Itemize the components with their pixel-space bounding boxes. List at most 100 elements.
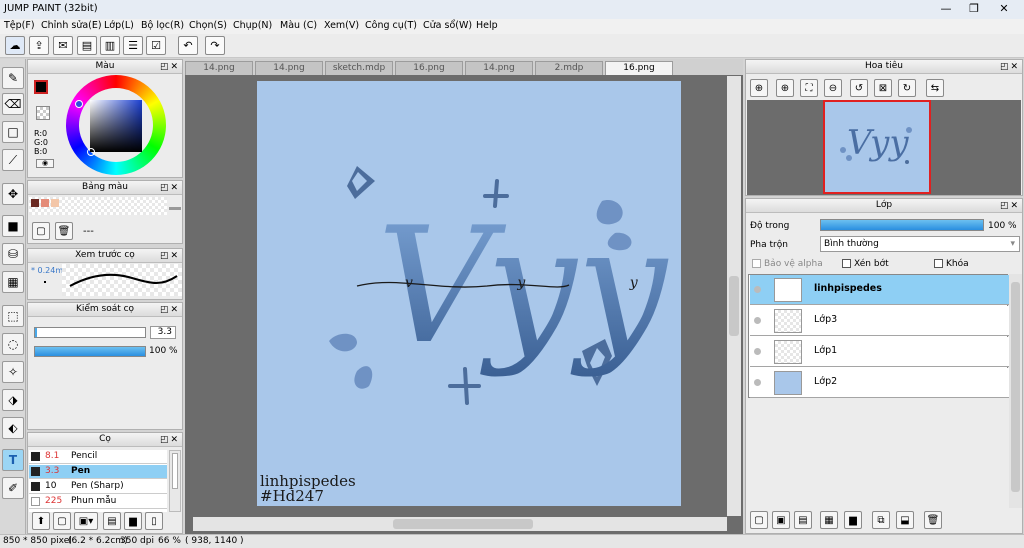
menu-help[interactable]: Help xyxy=(476,20,498,31)
brush-size-value[interactable]: 3.3 xyxy=(150,326,176,339)
rectangle-tool-icon[interactable]: □ xyxy=(2,121,24,143)
tab-document[interactable]: 14.png xyxy=(185,61,253,75)
brush-item[interactable]: 10 Pen (Sharp) xyxy=(29,480,167,494)
new-brush-icon[interactable]: ▢ xyxy=(53,512,71,530)
menu-view[interactable]: Xem(V) xyxy=(324,20,359,31)
flip-icon[interactable]: ⇆ xyxy=(926,79,944,97)
fit-icon[interactable]: ⛶ xyxy=(800,79,818,97)
palette-swatch[interactable] xyxy=(31,199,39,207)
menu-color[interactable]: Màu (C) xyxy=(280,20,317,31)
layer-row[interactable]: Lớp3 xyxy=(750,306,1009,336)
canvas-vertical-scrollbar[interactable] xyxy=(727,76,741,516)
new-layer-icon[interactable]: ▢ xyxy=(750,511,768,529)
new-page-icon[interactable]: ▢ xyxy=(32,222,50,240)
eye-toggle-icon[interactable]: ◉ xyxy=(36,159,54,168)
list-icon[interactable]: ☰ xyxy=(123,36,143,55)
brush-list-scrollbar[interactable] xyxy=(169,450,181,512)
undo-icon[interactable]: ↶ xyxy=(178,36,198,55)
move-tool-icon[interactable]: ✥ xyxy=(2,183,24,205)
merge-layer-icon[interactable]: ⬓ xyxy=(896,511,914,529)
line-tool-icon[interactable]: ⟋ xyxy=(2,149,24,171)
menu-tools[interactable]: Công cụ(T) xyxy=(365,20,417,31)
layer-copy-icon[interactable]: ▤ xyxy=(794,511,812,529)
brush-tool-icon[interactable]: ✎ xyxy=(2,67,24,89)
brush-size-slider[interactable] xyxy=(34,327,146,338)
saturation-value-square[interactable] xyxy=(90,100,142,152)
menu-snap[interactable]: Chụp(N) xyxy=(233,20,272,31)
brush-copy-icon[interactable]: ▯ xyxy=(145,512,163,530)
reset-rotation-icon[interactable]: ⊠ xyxy=(874,79,892,97)
zoom-out-icon[interactable]: ⊖ xyxy=(824,79,842,97)
menu-filter[interactable]: Bộ lọc(R) xyxy=(141,20,184,31)
fill-rect-tool-icon[interactable]: ■ xyxy=(2,215,24,237)
tab-document[interactable]: sketch.mdp xyxy=(325,61,393,75)
layer-row[interactable]: Lớp2 xyxy=(750,368,1009,398)
brush-opacity-slider[interactable] xyxy=(34,346,146,357)
folder-icon[interactable]: ▆ xyxy=(124,512,142,530)
menu-window[interactable]: Cửa sổ(W) xyxy=(423,20,472,31)
eraser-tool-icon[interactable]: ⌫ xyxy=(2,93,24,115)
rect-select-icon[interactable]: ⬚ xyxy=(2,305,24,327)
brush-menu-icon[interactable]: ▣▾ xyxy=(74,512,98,530)
comment-icon[interactable]: ✉ xyxy=(53,36,73,55)
rotate-right-icon[interactable]: ↻ xyxy=(898,79,916,97)
brush-settings-icon[interactable]: ▤ xyxy=(103,512,121,530)
checklist-icon[interactable]: ☑ xyxy=(146,36,166,55)
brush-item-selected[interactable]: 3.3 Pen xyxy=(29,465,167,479)
palette-swatch[interactable] xyxy=(41,199,49,207)
bucket-tool-icon[interactable]: ⛁ xyxy=(2,243,24,265)
lasso-select-icon[interactable]: ◌ xyxy=(2,333,24,355)
zoom-in-2-icon[interactable]: ⊕ xyxy=(776,79,794,97)
clipping-checkbox[interactable]: Xén bớt xyxy=(842,259,889,269)
magic-wand-icon[interactable]: ✧ xyxy=(2,361,24,383)
minimize-button[interactable]: — xyxy=(932,0,960,18)
page-icon[interactable]: ▥ xyxy=(100,36,120,55)
new-layer-2-icon[interactable]: ▣ xyxy=(772,511,790,529)
layer-list-scrollbar[interactable] xyxy=(1009,274,1022,508)
hue-marker[interactable] xyxy=(75,100,83,108)
delete-layer-icon[interactable]: 🗑 xyxy=(924,511,942,529)
halftone-layer-icon[interactable]: ▦ xyxy=(820,511,838,529)
tab-document[interactable]: 14.png xyxy=(465,61,533,75)
blend-mode-select[interactable]: Bình thường ▾ xyxy=(820,236,1020,252)
tab-document[interactable]: 14.png xyxy=(255,61,323,75)
artwork-canvas[interactable]: Vyy v y y linhpispedes #Hd247 xyxy=(257,81,681,506)
foreground-color[interactable] xyxy=(34,80,48,94)
palette-swatch[interactable] xyxy=(51,199,59,207)
transparent-color[interactable] xyxy=(36,106,50,120)
zoom-in-icon[interactable]: ⊕ xyxy=(750,79,768,97)
tab-document[interactable]: 2.mdp xyxy=(535,61,603,75)
tab-document-active[interactable]: 16.png xyxy=(605,61,673,75)
menu-edit[interactable]: Chỉnh sửa(E) xyxy=(41,20,102,31)
menu-select[interactable]: Chọn(S) xyxy=(189,20,227,31)
color-marker[interactable] xyxy=(87,148,95,156)
eyedropper-icon[interactable]: ✐ xyxy=(2,477,24,499)
trash-icon[interactable]: 🗑 xyxy=(55,222,73,240)
document-icon[interactable]: ▤ xyxy=(77,36,97,55)
rotate-left-icon[interactable]: ↺ xyxy=(850,79,868,97)
brush-item[interactable]: 8.1 Pencil xyxy=(29,450,167,464)
menu-layer[interactable]: Lớp(L) xyxy=(104,20,134,31)
brush-item[interactable]: 225 Phun mẫu xyxy=(29,495,167,509)
protect-alpha-checkbox[interactable]: Bảo vệ alpha xyxy=(752,259,823,269)
add-brush-icon[interactable]: ⬆ xyxy=(32,512,50,530)
select-eraser-icon[interactable]: ⬖ xyxy=(2,417,24,439)
layer-opacity-slider[interactable] xyxy=(820,219,984,231)
export-icon[interactable]: ⇪ xyxy=(29,36,49,55)
navigator-preview[interactable]: Vyy xyxy=(823,100,931,194)
text-tool-icon[interactable]: T xyxy=(2,449,24,471)
close-window-button[interactable]: ✕ xyxy=(990,0,1018,18)
cloud-icon[interactable]: ☁ xyxy=(5,36,25,55)
select-pen-icon[interactable]: ⬗ xyxy=(2,389,24,411)
maximize-button[interactable]: ❐ xyxy=(960,0,988,18)
layer-folder-icon[interactable]: ▆ xyxy=(844,511,862,529)
tab-document[interactable]: 16.png xyxy=(395,61,463,75)
canvas-horizontal-scrollbar[interactable] xyxy=(193,517,727,531)
menu-file[interactable]: Tệp(F) xyxy=(4,20,35,31)
layer-row-selected[interactable]: linhpispedes xyxy=(750,275,1009,305)
duplicate-layer-icon[interactable]: ⧉ xyxy=(872,511,890,529)
gradient-tool-icon[interactable]: ▦ xyxy=(2,271,24,293)
lock-checkbox[interactable]: Khóa xyxy=(934,259,969,269)
layer-row[interactable]: Lớp1 xyxy=(750,337,1009,367)
redo-icon[interactable]: ↷ xyxy=(205,36,225,55)
